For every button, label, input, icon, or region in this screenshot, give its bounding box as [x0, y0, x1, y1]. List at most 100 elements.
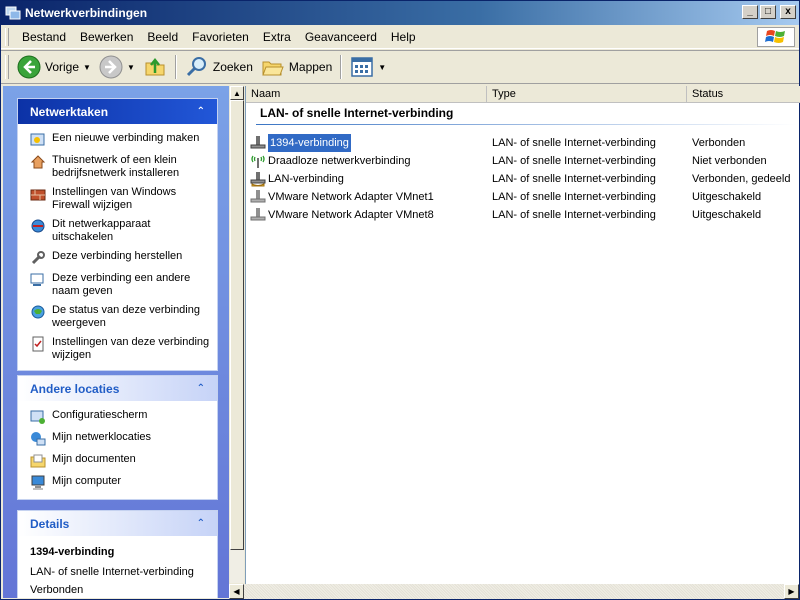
- details-body: 1394-verbinding LAN- of snelle Internet-…: [18, 536, 217, 598]
- column-header-name[interactable]: Naam: [246, 86, 487, 103]
- network-tasks-body: Een nieuwe verbinding maken Thuisnetwerk…: [18, 124, 217, 370]
- search-icon: [186, 57, 206, 77]
- windows-logo-icon: [757, 27, 795, 47]
- my-documents-icon: [30, 454, 46, 468]
- forward-dropdown-icon[interactable]: ▼: [127, 63, 135, 72]
- network-connections-icon: [5, 6, 21, 20]
- disable-device-icon: [31, 219, 45, 233]
- details-connection-type: LAN- of snelle Internet-verbinding: [30, 566, 194, 578]
- collapse-icon[interactable]: ⌃: [197, 106, 205, 117]
- connection-type: LAN- of snelle Internet-verbinding: [492, 155, 656, 167]
- task-repair[interactable]: Deze verbinding herstellen: [30, 250, 211, 266]
- column-header-type[interactable]: Type: [487, 86, 687, 103]
- connection-name-cell: Draadloze netwerkverbinding: [246, 152, 486, 170]
- connection-type: LAN- of snelle Internet-verbinding: [492, 173, 656, 185]
- minimize-button[interactable]: _: [742, 5, 758, 19]
- connection-name: VMware Network Adapter VMnet8: [268, 209, 434, 221]
- place-my-computer[interactable]: Mijn computer: [30, 475, 211, 491]
- place-my-documents[interactable]: Mijn documenten: [30, 453, 211, 469]
- toolbar-separator: [174, 55, 177, 79]
- network-tasks-header[interactable]: Netwerktaken ⌃: [18, 99, 217, 124]
- standard-toolbar: Vorige ▼ ▼ Zoeken Mappen ▼: [1, 50, 799, 84]
- shared-network-icon: [250, 172, 266, 187]
- folders-button[interactable]: Mappen: [257, 53, 336, 81]
- horizontal-scrollbar[interactable]: ◀ ▶: [229, 584, 799, 599]
- menu-geavanceerd[interactable]: Geavanceerd: [298, 25, 384, 49]
- details-header[interactable]: Details ⌃: [18, 511, 217, 536]
- task-firewall[interactable]: Instellingen van Windows Firewall wijzig…: [30, 186, 211, 212]
- column-header-status[interactable]: Status: [687, 86, 800, 103]
- table-row[interactable]: VMware Network Adapter VMnet8 LAN- of sn…: [246, 206, 800, 224]
- details-panel: Details ⌃ 1394-verbinding LAN- of snelle…: [17, 510, 218, 598]
- back-dropdown-icon[interactable]: ▼: [83, 63, 91, 72]
- other-places-title: Andere locaties: [30, 381, 120, 396]
- other-places-body: Configuratiescherm Mijn netwerklocaties …: [18, 401, 217, 499]
- other-places-header[interactable]: Andere locaties ⌃: [18, 376, 217, 401]
- search-button[interactable]: Zoeken: [181, 53, 257, 81]
- connection-status: Uitgeschakeld: [692, 191, 762, 203]
- network-cable-icon: [250, 136, 266, 149]
- task-change-settings[interactable]: Instellingen van deze verbinding wijzige…: [30, 336, 211, 362]
- details-title: Details: [30, 516, 70, 531]
- menu-favorieten[interactable]: Favorieten: [185, 25, 256, 49]
- folders-label: Mappen: [288, 60, 333, 74]
- place-network-places[interactable]: Mijn netwerklocaties: [30, 431, 211, 447]
- task-view-status[interactable]: De status van deze verbinding weergeven: [30, 304, 211, 330]
- up-button[interactable]: [139, 53, 171, 81]
- connection-status: Niet verbonden: [692, 155, 767, 167]
- task-home-network[interactable]: Thuisnetwerk of een klein bedrijfsnetwer…: [30, 154, 211, 180]
- menu-beeld[interactable]: Beeld: [140, 25, 185, 49]
- settings-icon: [32, 336, 44, 352]
- scroll-right-button[interactable]: ▶: [784, 584, 799, 599]
- collapse-icon[interactable]: ⌃: [197, 518, 205, 529]
- connection-name: LAN-verbinding: [268, 173, 344, 185]
- connection-name: VMware Network Adapter VMnet1: [268, 191, 434, 203]
- forward-button[interactable]: ▼: [95, 53, 139, 81]
- place-control-panel[interactable]: Configuratiescherm: [30, 409, 211, 425]
- views-button[interactable]: ▼: [346, 53, 390, 81]
- menu-bestand[interactable]: Bestand: [15, 25, 73, 49]
- task-rename[interactable]: Deze verbinding een andere naam geven: [30, 272, 211, 298]
- home-network-icon: [30, 155, 46, 169]
- folder-up-icon: [145, 57, 165, 76]
- back-button[interactable]: Vorige ▼: [13, 53, 95, 81]
- menu-bewerken[interactable]: Bewerken: [73, 25, 140, 49]
- table-row[interactable]: VMware Network Adapter VMnet1 LAN- of sn…: [246, 188, 800, 206]
- title-bar[interactable]: Netwerkverbindingen _ □ x: [1, 1, 799, 25]
- table-row[interactable]: LAN-verbinding LAN- of snelle Internet-v…: [246, 170, 800, 188]
- window-title: Netwerkverbindingen: [25, 6, 148, 20]
- task-new-connection[interactable]: Een nieuwe verbinding maken: [30, 132, 211, 148]
- connection-name-cell: VMware Network Adapter VMnet8: [246, 206, 486, 224]
- table-row[interactable]: Draadloze netwerkverbinding LAN- of snel…: [246, 152, 800, 170]
- scroll-thumb[interactable]: [230, 100, 244, 550]
- connection-status: Verbonden, gedeeld: [692, 173, 791, 185]
- group-divider: [256, 124, 796, 125]
- connection-rows: 1394-verbinding LAN- of snelle Internet-…: [246, 134, 800, 224]
- maximize-button[interactable]: □: [760, 5, 776, 19]
- connection-type: LAN- of snelle Internet-verbinding: [492, 209, 656, 221]
- menu-extra[interactable]: Extra: [256, 25, 298, 49]
- firewall-icon: [30, 189, 46, 201]
- views-dropdown-icon[interactable]: ▼: [378, 63, 386, 72]
- task-disable-device[interactable]: Dit netwerkapparaat uitschakelen: [30, 218, 211, 244]
- scroll-left-button[interactable]: ◀: [229, 584, 244, 599]
- close-button[interactable]: x: [780, 5, 796, 19]
- collapse-icon[interactable]: ⌃: [197, 383, 205, 394]
- column-headers: Naam Type Status: [246, 86, 800, 103]
- menu-help[interactable]: Help: [384, 25, 423, 49]
- group-title: LAN- of snelle Internet-verbinding: [260, 106, 454, 120]
- new-connection-icon: [30, 133, 45, 146]
- toolbar-grip[interactable]: [5, 55, 9, 79]
- repair-icon: [31, 251, 45, 265]
- scroll-track[interactable]: [244, 584, 784, 599]
- search-label: Zoeken: [212, 60, 253, 74]
- table-row[interactable]: 1394-verbinding LAN- of snelle Internet-…: [246, 134, 800, 152]
- other-places-panel: Andere locaties ⌃ Configuratiescherm Mij…: [17, 375, 218, 500]
- scroll-up-button[interactable]: ▲: [230, 86, 244, 100]
- network-places-icon: [31, 432, 46, 446]
- task-pane-scrollbar[interactable]: ▲: [230, 86, 244, 583]
- menu-grip[interactable]: [5, 27, 9, 46]
- status-icon: [31, 305, 45, 319]
- connection-status: Uitgeschakeld: [692, 209, 762, 221]
- connection-type: LAN- of snelle Internet-verbinding: [492, 137, 656, 149]
